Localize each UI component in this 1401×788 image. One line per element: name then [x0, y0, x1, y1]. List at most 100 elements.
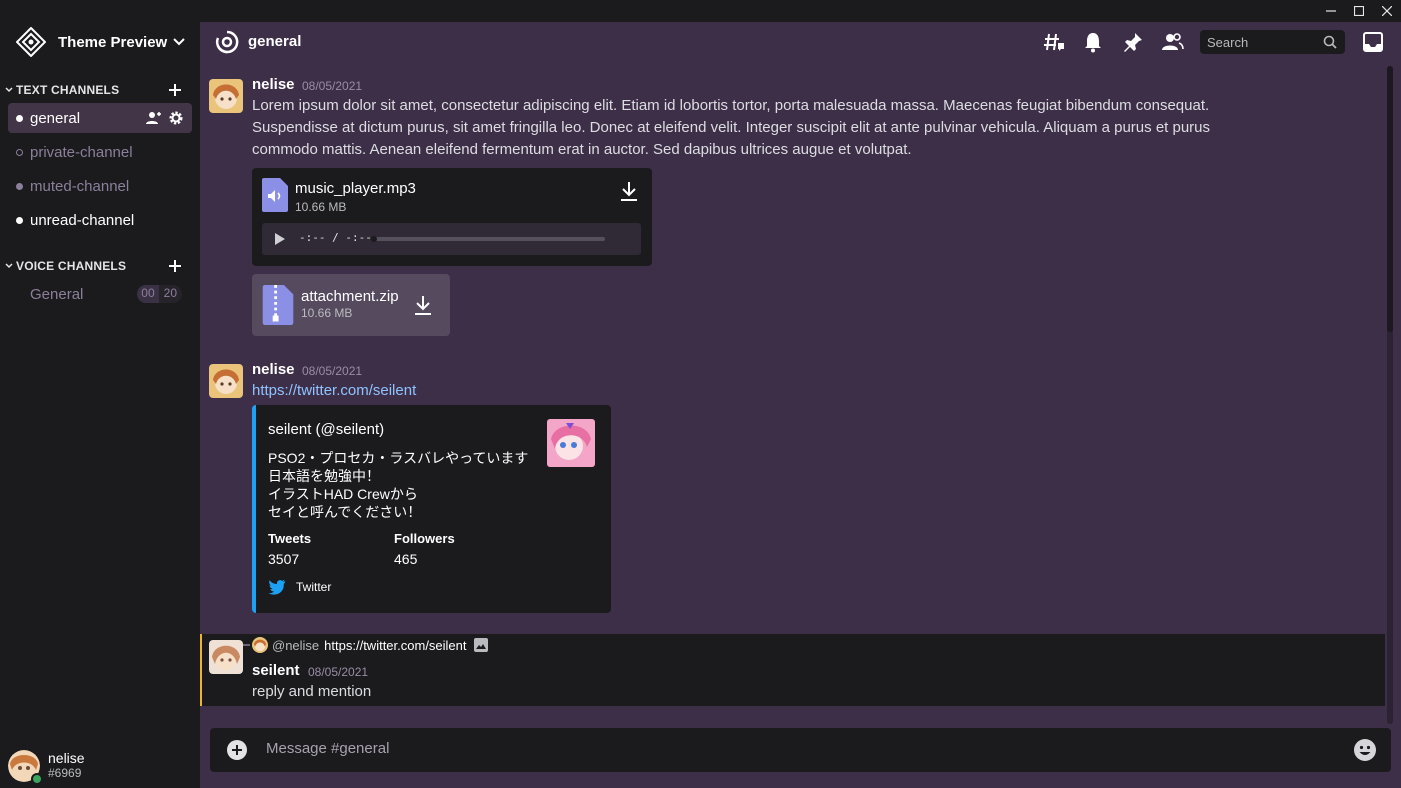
channel-label: General [30, 285, 84, 303]
reply-mention[interactable]: @nelise [272, 638, 319, 653]
invite-user-icon[interactable] [146, 110, 162, 126]
message-composer[interactable]: Message #general [210, 728, 1391, 772]
message-content: reply and mention [252, 683, 372, 700]
audio-attachment: music_player.mp3 10.66 MB -:-- / -:-- [252, 168, 652, 266]
channel-label: private-channel [30, 143, 133, 161]
channel-label: unread-channel [30, 211, 135, 229]
reply-reference[interactable]: @nelise https://twitter.com/seilent [252, 637, 488, 653]
inbox-icon[interactable] [1361, 30, 1385, 54]
channel-general[interactable]: general [8, 103, 192, 133]
username: nelise [48, 750, 85, 766]
embed-field-value: 3507 [268, 551, 300, 567]
search-input[interactable]: Search [1200, 30, 1345, 54]
minimize-button[interactable] [1318, 0, 1344, 22]
embed-field-name: Followers [394, 531, 455, 546]
channel-muted-channel[interactable]: muted-channel [8, 171, 192, 201]
create-channel-icon[interactable] [166, 81, 184, 99]
audio-filename[interactable]: music_player.mp3 [295, 180, 416, 197]
archive-file-icon [262, 285, 294, 325]
maximize-button[interactable] [1346, 0, 1372, 22]
embed-footer-text: Twitter [296, 580, 332, 594]
avatar[interactable] [209, 79, 243, 113]
create-channel-icon[interactable] [166, 257, 184, 275]
message-author[interactable]: nelise [252, 361, 295, 378]
embed-field-value: 465 [394, 551, 418, 567]
avatar-image [209, 364, 243, 398]
reply-message: @nelise https://twitter.com/seilent seil… [200, 634, 1385, 706]
guild-header[interactable]: Theme Preview [0, 22, 200, 62]
category-label: TEXT CHANNELS [16, 83, 120, 97]
voice-channels-category[interactable]: VOICE CHANNELS [0, 256, 200, 276]
audio-progress-bar[interactable] [375, 237, 605, 241]
message-author[interactable]: nelise [252, 76, 295, 93]
bell-icon[interactable] [1081, 30, 1105, 54]
audio-filesize: 10.66 MB [295, 200, 347, 214]
play-icon[interactable] [274, 233, 286, 245]
image-icon [473, 638, 488, 652]
category-label: VOICE CHANNELS [16, 259, 127, 273]
message-input[interactable]: Message #general [266, 740, 389, 757]
maximize-icon [1354, 6, 1364, 16]
embed-description-line: イラストHAD Crewから [268, 486, 418, 502]
add-attachment-icon[interactable] [226, 739, 248, 761]
audio-time: -:-- / -:-- [299, 231, 372, 244]
theme-logo-icon [16, 27, 46, 57]
chevron-down-icon [5, 87, 13, 93]
download-icon[interactable] [618, 180, 640, 202]
embed-author[interactable]: seilent (@seilent) [268, 421, 384, 438]
channel-dot [16, 216, 23, 224]
embed-field-name: Tweets [268, 531, 312, 546]
message-line: Lorem ipsum dolor sit amet, consectetur … [252, 97, 1210, 114]
download-icon[interactable] [412, 294, 434, 316]
pin-icon[interactable] [1121, 30, 1145, 54]
voice-user-count-limit: 20 [158, 285, 182, 303]
voice-channel-general[interactable]: General 00 20 [8, 279, 192, 309]
channel-dot [16, 148, 23, 156]
text-channels-category[interactable]: TEXT CHANNELS [0, 80, 200, 100]
reply-preview-text: https://twitter.com/seilent [324, 637, 467, 653]
message-timestamp: 08/05/2021 [302, 364, 363, 378]
twitter-bird-icon [268, 579, 286, 595]
channel-title: general [248, 33, 302, 50]
channel-private-channel[interactable]: private-channel [8, 137, 192, 167]
message-link[interactable]: https://twitter.com/seilent [252, 380, 416, 402]
close-icon [1382, 6, 1392, 16]
gear-icon[interactable] [168, 110, 184, 126]
twitter-embed: seilent (@seilent) PSO2・プロセカ・ラスバレやっています … [252, 405, 611, 613]
embed-footer: Twitter [268, 579, 331, 595]
scrollbar-thumb[interactable] [1387, 66, 1393, 332]
file-filename[interactable]: attachment.zip [301, 288, 399, 305]
chevron-down-icon [173, 38, 185, 46]
scrollbar[interactable] [1387, 66, 1393, 724]
avatar-image [209, 79, 243, 113]
audio-file-icon [262, 178, 288, 212]
user-tag: #6969 [48, 766, 82, 780]
channel-type-icon [215, 30, 239, 54]
member-list-icon[interactable] [1160, 30, 1184, 54]
title-bar [0, 0, 1401, 22]
guild-name: Theme Preview [58, 33, 168, 51]
avatar [252, 637, 268, 653]
online-status-indicator [31, 773, 43, 785]
search-icon [1323, 35, 1337, 49]
embed-thumbnail[interactable] [547, 419, 595, 467]
user-panel[interactable]: nelise #6969 [0, 744, 200, 788]
avatar[interactable] [209, 640, 243, 674]
audio-progress-knob[interactable] [371, 236, 377, 242]
threads-icon[interactable] [1042, 30, 1066, 54]
channel-dot [16, 114, 23, 122]
avatar-image [209, 640, 243, 674]
avatar-image [252, 637, 268, 653]
chat-area: general Search nelise 08/05/2021 Lorem i… [200, 22, 1401, 788]
channel-label: muted-channel [30, 177, 130, 195]
search-placeholder: Search [1207, 34, 1249, 50]
close-button[interactable] [1374, 0, 1400, 22]
avatar[interactable] [8, 750, 43, 785]
emoji-icon[interactable] [1353, 738, 1377, 762]
message-timestamp: 08/05/2021 [308, 665, 369, 679]
voice-user-count-current: 00 [137, 285, 159, 303]
avatar[interactable] [209, 364, 243, 398]
message-author[interactable]: seilent [252, 662, 300, 679]
channel-unread-channel[interactable]: unread-channel [8, 205, 192, 235]
audio-player: -:-- / -:-- [262, 223, 641, 255]
